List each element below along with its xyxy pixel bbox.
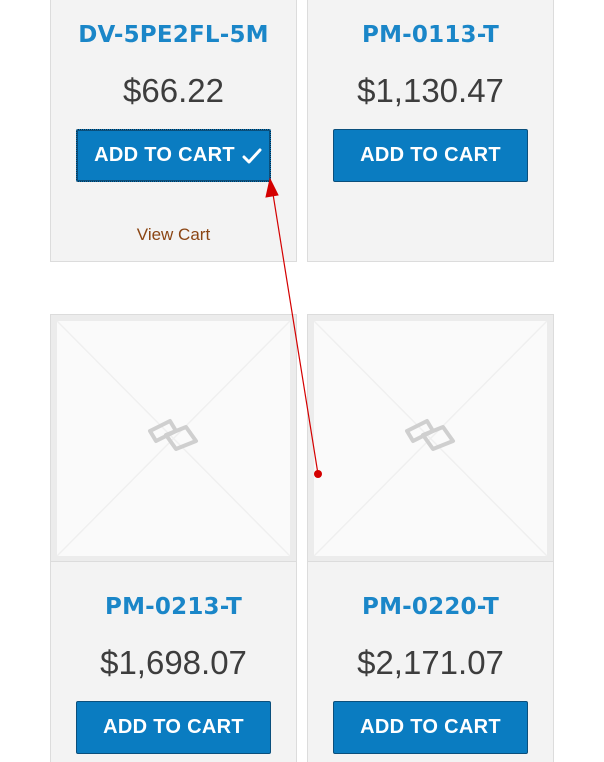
product-price: $1,130.47 <box>357 72 504 109</box>
add-to-cart-label: ADD TO CART <box>94 144 235 166</box>
image-placeholder-icon <box>404 418 455 451</box>
product-sku[interactable]: PM-0213-T <box>51 594 296 620</box>
product-image-frame[interactable] <box>307 314 554 562</box>
product-card-pm-0213-t: PM-0213-T $1,698.07 ADD TO CART <box>50 561 297 762</box>
view-cart-link[interactable]: View Cart <box>51 225 296 245</box>
add-to-cart-label: ADD TO CART <box>103 716 244 738</box>
product-price: $2,171.07 <box>357 644 504 681</box>
add-to-cart-button[interactable]: ADD TO CART <box>333 701 528 754</box>
checkmark-icon <box>242 148 262 164</box>
product-sku[interactable]: PM-0220-T <box>308 594 553 620</box>
add-to-cart-button[interactable]: ADD TO CART <box>333 129 528 182</box>
add-to-cart-button[interactable]: ADD TO CART <box>76 129 271 182</box>
product-sku[interactable]: PM-0113-T <box>308 22 553 48</box>
product-card-dv-5pe2fl-5m: DV-5PE2FL-5M $66.22 ADD TO CART View Car… <box>50 0 297 262</box>
add-to-cart-button[interactable]: ADD TO CART <box>76 701 271 754</box>
product-image-placeholder <box>57 321 290 556</box>
image-placeholder-icon <box>147 418 198 451</box>
add-to-cart-label: ADD TO CART <box>360 716 501 738</box>
add-to-cart-label: ADD TO CART <box>360 144 501 166</box>
product-image-frame[interactable] <box>50 314 297 562</box>
product-card-pm-0113-t: PM-0113-T $1,130.47 ADD TO CART <box>307 0 554 262</box>
product-price: $66.22 <box>123 72 224 109</box>
product-image-placeholder <box>314 321 547 556</box>
product-sku[interactable]: DV-5PE2FL-5M <box>51 22 296 48</box>
product-price: $1,698.07 <box>100 644 247 681</box>
product-card-pm-0220-t: PM-0220-T $2,171.07 ADD TO CART <box>307 561 554 762</box>
